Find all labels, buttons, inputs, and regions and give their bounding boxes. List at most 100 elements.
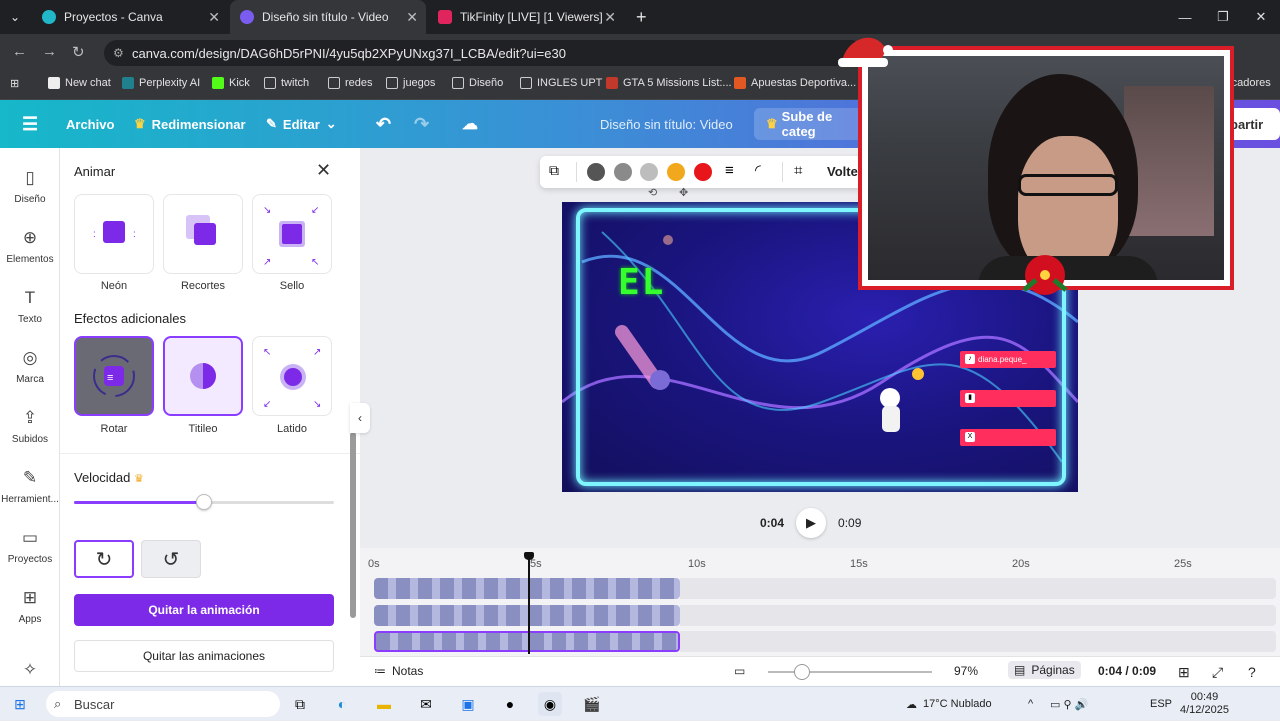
- bookmark-item[interactable]: redes: [328, 77, 373, 89]
- timeline-track-empty[interactable]: [680, 631, 1276, 652]
- chrome-icon[interactable]: ◉: [538, 692, 562, 716]
- color-swatch[interactable]: [587, 163, 605, 181]
- bookmark-item[interactable]: juegos: [386, 77, 435, 89]
- rail-item-diseno[interactable]: ▯ Diseño: [0, 168, 60, 205]
- redo-icon[interactable]: ↷: [414, 100, 429, 148]
- color-swatch[interactable]: [667, 163, 685, 181]
- zoom-value[interactable]: 97%: [954, 664, 978, 678]
- timeline-track-empty[interactable]: [680, 605, 1276, 626]
- forward-icon[interactable]: →: [42, 43, 57, 60]
- cloud-saved-icon[interactable]: ☁: [462, 100, 478, 148]
- color-swatch[interactable]: [640, 163, 658, 181]
- url-field[interactable]: ⚙ canva.com/design/DAG6hD5rPNI/4yu5qb2XP…: [104, 40, 864, 66]
- remove-animations-button[interactable]: Quitar las animaciones: [74, 640, 334, 672]
- timeline-track[interactable]: [374, 605, 680, 626]
- fullscreen-icon[interactable]: ⤢: [1212, 664, 1223, 681]
- reload-icon[interactable]: ↻: [72, 43, 85, 61]
- bookmark-item[interactable]: Diseño: [452, 77, 503, 89]
- bookmark-item[interactable]: GTA 5 Missions List:...: [606, 77, 732, 89]
- windows-start-icon[interactable]: ⊞: [8, 692, 32, 716]
- upgrade-button[interactable]: ♛ Sube de categ: [754, 108, 866, 140]
- help-icon[interactable]: ?: [1248, 664, 1256, 680]
- corner-rounding-icon[interactable]: ◜: [755, 161, 761, 179]
- archivo-button[interactable]: Archivo: [66, 100, 114, 148]
- playhead[interactable]: [528, 556, 530, 654]
- panel-scrollbar-thumb[interactable]: [350, 432, 356, 618]
- editar-button[interactable]: ✎ Editar ⌄: [266, 100, 337, 148]
- rotate-counterclockwise-button[interactable]: ↺: [141, 540, 201, 578]
- apps-grid-icon[interactable]: ⊞: [10, 77, 19, 90]
- edge-icon[interactable]: ◐: [330, 692, 354, 716]
- speed-slider[interactable]: [74, 494, 334, 510]
- flip-button[interactable]: Voltea: [827, 164, 865, 179]
- tab-search-button[interactable]: ⌄: [0, 0, 36, 34]
- crop-icon[interactable]: ⌗: [794, 162, 802, 179]
- timeline-toggle-icon[interactable]: ▭: [734, 664, 745, 678]
- bookmark-item[interactable]: Perplexity AI: [122, 77, 200, 89]
- effect-neon[interactable]: ::: [74, 194, 154, 274]
- effect-latido[interactable]: ↖ ↗ ↙ ↘: [252, 336, 332, 416]
- design-title[interactable]: Diseño sin título: Video: [600, 100, 733, 148]
- timeline[interactable]: 0s 5s 10s 15s 20s 25s: [360, 548, 1280, 656]
- timeline-track-empty[interactable]: [680, 578, 1276, 599]
- rotate-handle-icon[interactable]: ⟲: [648, 186, 657, 199]
- task-view-icon[interactable]: ⧉: [288, 692, 312, 716]
- bookmark-item[interactable]: Apuestas Deportiva...: [734, 77, 856, 89]
- zoom-slider-knob[interactable]: [794, 664, 810, 680]
- pages-button[interactable]: ▤ Páginas: [1008, 661, 1081, 679]
- file-explorer-icon[interactable]: ▬: [372, 692, 396, 716]
- tray-icons[interactable]: ▭ ⚲ 🔊: [1050, 687, 1088, 721]
- weather-widget[interactable]: ☁ 17°C Nublado: [906, 687, 992, 721]
- undo-icon[interactable]: ↶: [376, 100, 391, 148]
- rotate-clockwise-button[interactable]: ↻: [74, 540, 134, 578]
- rail-item-marca[interactable]: ◎ Marca: [0, 348, 60, 385]
- redimensionar-button[interactable]: ♛ Redimensionar: [134, 100, 246, 148]
- notes-button[interactable]: ≔ Notas: [374, 664, 423, 678]
- back-icon[interactable]: ←: [12, 43, 27, 60]
- effect-sello[interactable]: ↘ ↙ ↗ ↖: [252, 194, 332, 274]
- maximize-icon[interactable]: ❐: [1204, 0, 1242, 34]
- playhead-handle[interactable]: [524, 552, 534, 560]
- store-icon[interactable]: ▣: [456, 692, 480, 716]
- close-tab-icon[interactable]: ✕: [604, 9, 616, 26]
- site-info-icon[interactable]: ⚙: [113, 46, 124, 60]
- close-window-icon[interactable]: ✕: [1242, 0, 1280, 34]
- tiktok-handle-chip[interactable]: ♪ diana.peque_: [960, 351, 1056, 368]
- bookmark-item[interactable]: twitch: [264, 77, 309, 89]
- bookmark-item[interactable]: INGLES UPT: [520, 77, 602, 89]
- bookmark-item[interactable]: Kick: [212, 77, 250, 89]
- border-style-icon[interactable]: ≡: [725, 162, 734, 179]
- taskbar-search[interactable]: ⌕ Buscar: [46, 691, 280, 717]
- new-tab-button[interactable]: +: [626, 0, 656, 34]
- close-tab-icon[interactable]: ✕: [208, 9, 220, 26]
- remove-animation-button[interactable]: Quitar la animación: [74, 594, 334, 626]
- tab-proyectos[interactable]: Proyectos - Canva ✕: [32, 0, 228, 34]
- bookmark-item[interactable]: rcadores: [1228, 77, 1271, 89]
- minimize-icon[interactable]: —: [1166, 0, 1204, 34]
- canvas-text-el[interactable]: EL: [618, 262, 665, 303]
- timeline-track[interactable]: [374, 578, 680, 599]
- rail-item-herramientas[interactable]: ✎ Herramient...: [0, 468, 60, 505]
- close-tab-icon[interactable]: ✕: [406, 9, 418, 26]
- rail-item-texto[interactable]: T Texto: [0, 288, 60, 325]
- zoom-slider[interactable]: [768, 671, 932, 673]
- effect-titileo[interactable]: [163, 336, 243, 416]
- close-icon[interactable]: ✕: [316, 160, 331, 181]
- rail-item-proyectos[interactable]: ▭ Proyectos: [0, 528, 60, 565]
- effect-rotar[interactable]: ≡: [74, 336, 154, 416]
- collapse-panel-button[interactable]: ‹: [350, 403, 370, 433]
- bookmark-item[interactable]: New chat: [48, 77, 111, 89]
- flip-layout-icon[interactable]: ⧉: [549, 162, 559, 179]
- x-chip[interactable]: X: [960, 429, 1056, 446]
- language-indicator[interactable]: ESP: [1150, 687, 1172, 721]
- clock[interactable]: 00:49 4/12/2025: [1180, 687, 1229, 721]
- obs-icon[interactable]: ●: [498, 692, 522, 716]
- color-swatch[interactable]: [614, 163, 632, 181]
- color-swatch[interactable]: [694, 163, 712, 181]
- play-button[interactable]: ▶: [796, 508, 827, 538]
- move-handle-icon[interactable]: ✥: [679, 186, 688, 199]
- rail-item-apps[interactable]: ⊞ Apps: [0, 588, 60, 625]
- timeline-track-selected[interactable]: [374, 631, 680, 652]
- mail-icon[interactable]: ✉: [414, 692, 438, 716]
- rail-item-magic[interactable]: ✧: [0, 660, 60, 686]
